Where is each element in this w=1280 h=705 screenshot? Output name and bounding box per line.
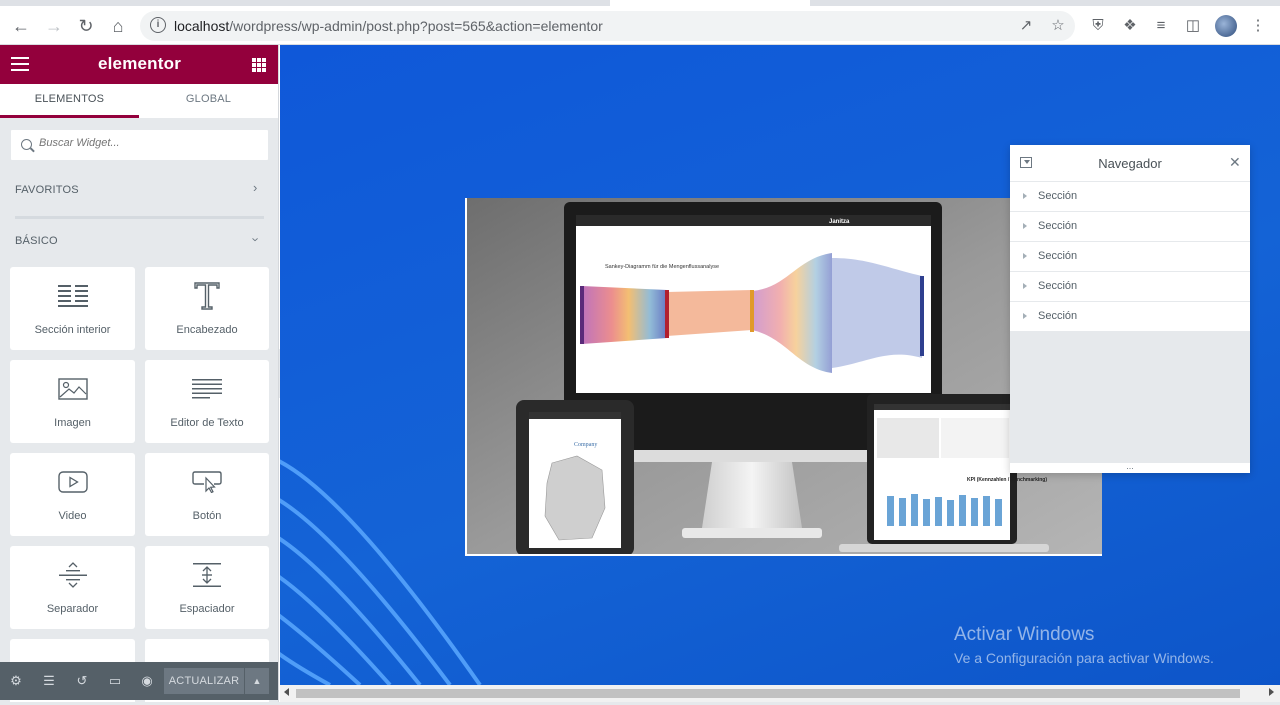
- video-icon: [10, 467, 135, 497]
- devices-illustration: Janitza Sankey-Diagramm für die Mengenfl…: [467, 198, 1102, 554]
- widget-inner-section[interactable]: Sección interior: [10, 267, 135, 350]
- responsive-mode-icon[interactable]: ▭: [107, 673, 123, 689]
- search-icon: [21, 139, 32, 150]
- caret-right-icon[interactable]: [1023, 193, 1027, 199]
- navigator-item-section[interactable]: Sección: [1010, 242, 1250, 272]
- scroll-right-arrow-icon[interactable]: [1269, 688, 1274, 696]
- widget-label: Video: [58, 510, 87, 522]
- category-label: FAVORITOS: [15, 184, 79, 196]
- media-control-icon[interactable]: ≡: [1150, 15, 1172, 37]
- windows-activation-title: Activar Windows: [954, 624, 1095, 645]
- search-input[interactable]: [39, 137, 259, 149]
- menu-dots-icon[interactable]: ⋮: [1247, 15, 1269, 37]
- inner-section-icon: [10, 281, 135, 311]
- settings-gear-icon[interactable]: ⚙: [8, 673, 24, 689]
- button-icon: [145, 467, 269, 497]
- widget-heading[interactable]: Encabezado: [145, 267, 269, 350]
- url-text[interactable]: localhost/wordpress/wp-admin/post.php?po…: [174, 18, 603, 34]
- tablet-company-label: Company: [574, 442, 597, 448]
- bookmark-star-icon[interactable]: ☆: [1047, 15, 1069, 37]
- widget-grid: Sección interior Encabezado Imagen Edito…: [10, 267, 269, 705]
- horizontal-scrollbar[interactable]: [280, 685, 1280, 702]
- widget-image[interactable]: Imagen: [10, 360, 135, 443]
- category-label: BÁSICO: [15, 235, 58, 247]
- navigator-item-label: Sección: [1038, 310, 1078, 322]
- back-icon[interactable]: ←: [9, 14, 33, 38]
- spacer-icon: [145, 560, 269, 590]
- close-icon[interactable]: ✕: [1229, 154, 1241, 171]
- panel-footer: ⚙ ☰ ↺ ▭ ◉ ACTUALIZAR ▲: [0, 662, 278, 700]
- navigator-title: Navegador: [1098, 156, 1162, 171]
- windows-activation-subtitle: Ve a Configuración para activar Windows.: [954, 650, 1214, 666]
- navigator-resize-handle[interactable]: ...: [1010, 462, 1250, 473]
- category-divider: [15, 216, 264, 219]
- caret-right-icon[interactable]: [1023, 223, 1027, 229]
- navigator-item-section[interactable]: Sección: [1010, 212, 1250, 242]
- category-favorites[interactable]: FAVORITOS ›: [0, 175, 278, 205]
- divider-icon: [10, 560, 135, 590]
- panel-header: elementor: [0, 45, 278, 84]
- widget-label: Sección interior: [34, 324, 111, 336]
- extensions-icon[interactable]: ❖: [1119, 15, 1141, 37]
- widgets-grid-icon[interactable]: [252, 58, 266, 72]
- scroll-left-arrow-icon[interactable]: [284, 688, 289, 696]
- caret-right-icon[interactable]: [1023, 253, 1027, 259]
- panel-tabs: ELEMENTOS GLOBAL: [0, 84, 278, 118]
- widget-label: Imagen: [54, 417, 91, 429]
- janitza-brand: Janitza: [829, 219, 850, 225]
- chevron-down-icon: ›: [248, 237, 264, 242]
- widget-text-editor[interactable]: Editor de Texto: [145, 360, 269, 443]
- reload-icon[interactable]: ↻: [74, 14, 98, 38]
- elementor-logo: elementor: [97, 54, 182, 73]
- navigator-item-label: Sección: [1038, 280, 1078, 292]
- profile-avatar[interactable]: [1215, 15, 1237, 37]
- widget-button[interactable]: Botón: [145, 453, 269, 536]
- hero-image[interactable]: Janitza Sankey-Diagramm für die Mengenfl…: [465, 198, 1102, 556]
- widget-label: Encabezado: [176, 324, 238, 336]
- text-editor-icon: [145, 374, 269, 404]
- navigator-item-section[interactable]: Sección: [1010, 182, 1250, 212]
- share-icon[interactable]: ↗: [1015, 15, 1037, 37]
- navigator-item-label: Sección: [1038, 190, 1078, 202]
- browser-toolbar: ← → ↻ ⌂ i localhost/wordpress/wp-admin/p…: [0, 6, 1280, 45]
- navigator-item-label: Sección: [1038, 220, 1078, 232]
- category-basic[interactable]: BÁSICO ›: [0, 226, 278, 256]
- widget-label: Editor de Texto: [170, 417, 244, 429]
- elementor-panel: elementor ELEMENTOS GLOBAL FAVORITOS › B…: [0, 45, 279, 705]
- tab-global[interactable]: GLOBAL: [139, 84, 278, 118]
- heading-icon: [145, 281, 269, 311]
- widget-label: Separador: [46, 603, 99, 615]
- widget-search[interactable]: [10, 129, 269, 161]
- navigator-item-section[interactable]: Sección: [1010, 272, 1250, 302]
- site-info-icon[interactable]: i: [150, 17, 166, 33]
- ublock-icon[interactable]: ⛨: [1087, 15, 1109, 37]
- chevron-right-icon: ›: [253, 180, 258, 195]
- widget-label: Espaciador: [179, 603, 235, 615]
- tab-elements[interactable]: ELEMENTOS: [0, 84, 139, 118]
- widget-spacer[interactable]: Espaciador: [145, 546, 269, 629]
- chevron-up-icon[interactable]: ▲: [245, 668, 269, 694]
- home-icon[interactable]: ⌂: [106, 14, 130, 38]
- address-bar[interactable]: i localhost/wordpress/wp-admin/post.php?…: [140, 11, 1075, 41]
- navigator-item-label: Sección: [1038, 250, 1078, 262]
- caret-right-icon[interactable]: [1023, 313, 1027, 319]
- navigator-layers-icon[interactable]: ☰: [41, 673, 57, 689]
- navigator-item-section[interactable]: Sección: [1010, 302, 1250, 332]
- widget-divider[interactable]: Separador: [10, 546, 135, 629]
- widget-label: Botón: [192, 510, 222, 522]
- navigator-panel: Navegador ✕ Sección Sección Sección Secc…: [1010, 145, 1250, 473]
- laptop-kpi-title: KPI (Kennzahlen / Benchmarking): [967, 477, 1047, 483]
- forward-icon[interactable]: →: [42, 14, 66, 38]
- sankey-title: Sankey-Diagramm für die Mengenflussanaly…: [605, 264, 719, 270]
- history-icon[interactable]: ↺: [74, 673, 90, 689]
- scrollbar-thumb[interactable]: [296, 689, 1240, 698]
- caret-right-icon[interactable]: [1023, 283, 1027, 289]
- image-icon: [10, 374, 135, 404]
- side-panel-icon[interactable]: ◫: [1182, 15, 1204, 37]
- preview-eye-icon[interactable]: ◉: [139, 673, 155, 689]
- widget-video[interactable]: Video: [10, 453, 135, 536]
- update-button[interactable]: ACTUALIZAR: [164, 668, 244, 694]
- navigator-header[interactable]: Navegador ✕: [1010, 145, 1250, 182]
